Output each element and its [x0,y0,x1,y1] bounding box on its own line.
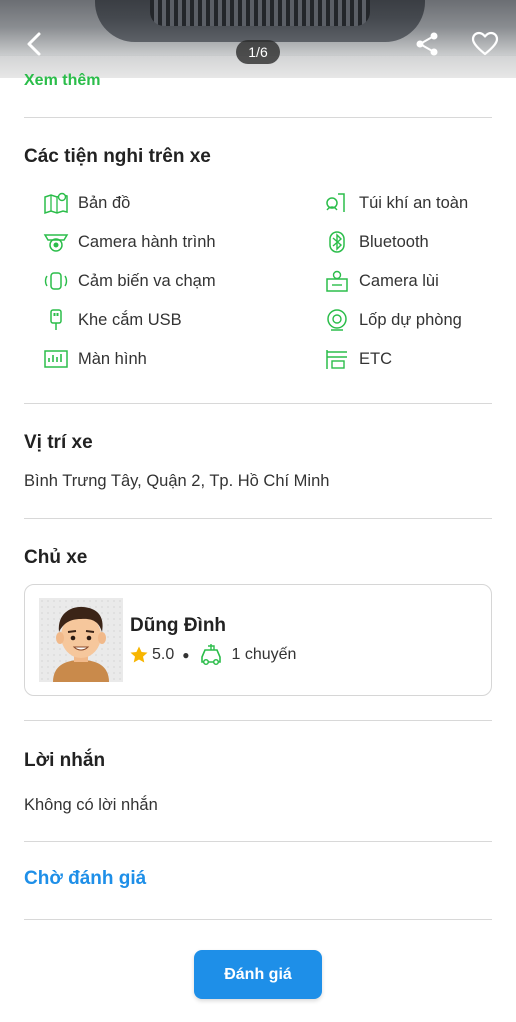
amenity-label: Túi khí an toàn [359,193,469,212]
amenity-item: Camera lùi [323,268,439,294]
star-icon [130,646,148,663]
see-more-link[interactable]: Xem thêm [24,72,100,90]
map-icon [42,190,70,216]
heart-icon [471,31,499,56]
divider [24,841,492,842]
amenities-title: Các tiện nghi trên xe [24,146,211,167]
amenity-item: Camera hành trình [42,229,216,255]
owner-rating: 5.0 [152,646,175,663]
owner-stats: 5.0 ● 1 chuyến [129,643,296,667]
amenity-label: ETC [359,349,392,368]
avatar [39,598,123,682]
photo-counter: 1/6 [236,40,280,64]
owner-card[interactable]: Dũng Đình 5.0 ● 1 chuyến [24,584,492,696]
collision-sensor-icon [42,268,70,294]
amenity-label: Màn hình [78,349,147,368]
amenity-item: ETC [323,346,392,372]
favorite-button[interactable] [468,28,502,60]
amenity-item: Màn hình [42,346,147,372]
rate-button[interactable]: Đánh giá [194,950,322,999]
bluetooth-icon [323,229,351,255]
amenity-item: Cảm biến va chạm [42,268,216,294]
amenity-label: Khe cắm USB [78,310,182,329]
car-grille-image [150,0,370,26]
amenity-item: Khe cắm USB [42,307,182,333]
divider [24,518,492,519]
screen-icon [42,346,70,372]
divider [24,919,492,920]
amenity-label: Bluetooth [359,232,429,251]
amenity-label: Camera hành trình [78,232,216,251]
owner-name: Dũng Đình [130,615,227,636]
amenity-label: Lốp dự phòng [359,310,462,329]
dashcam-icon [42,229,70,255]
message-text: Không có lời nhắn [24,796,158,814]
divider [24,720,492,721]
owner-trips: 1 chuyến [231,646,297,663]
amenity-label: Camera lùi [359,271,439,290]
usb-icon [42,307,70,333]
share-icon [416,32,438,56]
owner-title: Chủ xe [24,547,88,568]
divider [24,117,492,118]
location-title: Vị trí xe [24,432,93,453]
pending-review-link[interactable]: Chờ đánh giá [24,868,146,890]
back-button[interactable] [18,28,52,60]
amenity-item: Bản đồ [42,190,130,216]
etc-icon [323,346,351,372]
location-address: Bình Trưng Tây, Quận 2, Tp. Hồ Chí Minh [24,472,330,490]
separator-dot: ● [182,648,190,662]
message-title: Lời nhắn [24,750,106,771]
amenity-item: Bluetooth [323,229,429,255]
chevron-left-icon [27,32,41,56]
amenity-item: Túi khí an toàn [323,190,468,216]
amenity-item: Lốp dự phòng [323,307,462,333]
divider [24,403,492,404]
amenity-label: Cảm biến va chạm [78,271,216,290]
reverse-camera-icon [323,268,351,294]
trip-car-icon [200,644,221,666]
share-button[interactable] [410,28,444,60]
airbag-icon [323,190,351,216]
amenity-label: Bản đồ [78,193,131,212]
spare-tire-icon [323,307,351,333]
